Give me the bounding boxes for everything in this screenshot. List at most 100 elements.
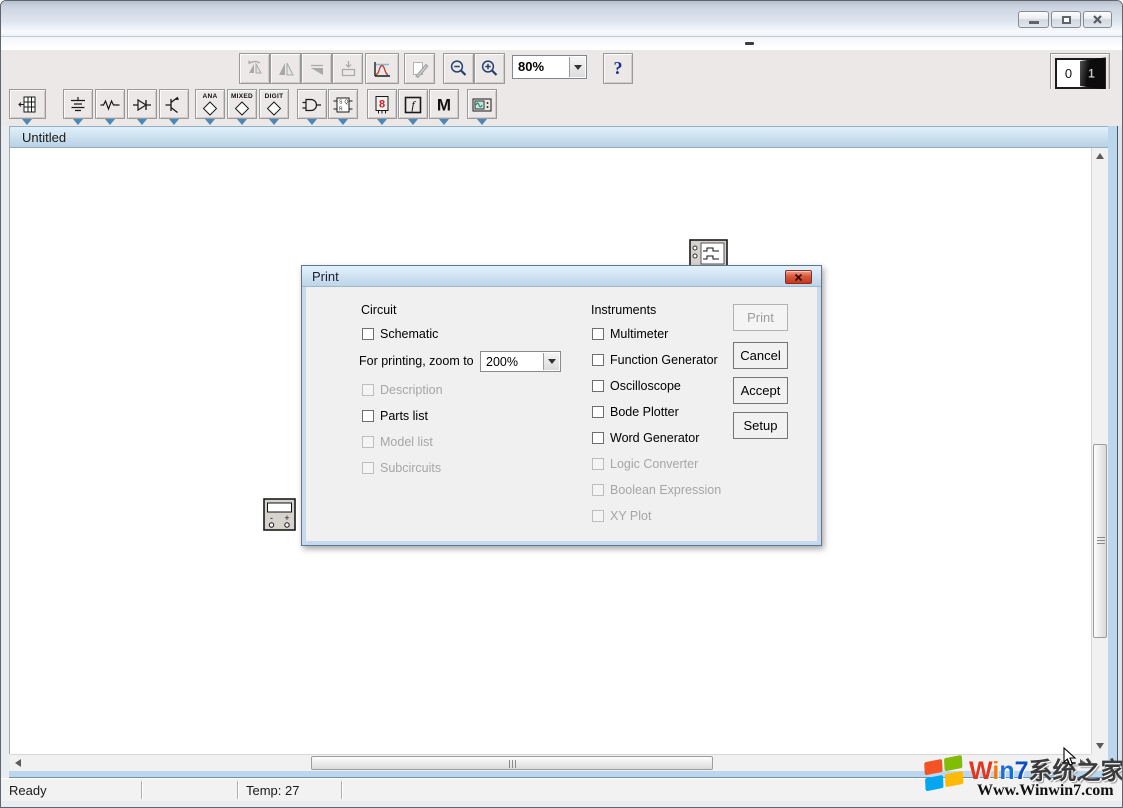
window-titlebar[interactable] xyxy=(1,1,1122,37)
vertical-scrollbar-thumb[interactable] xyxy=(1093,444,1107,638)
digital-ics-bin-button[interactable]: DIGIT xyxy=(259,89,289,119)
document-titlebar[interactable]: Untitled xyxy=(9,126,1109,148)
miscellaneous-bin-button[interactable]: M xyxy=(429,89,459,119)
dropdown-triangle-icon xyxy=(338,119,348,125)
help-button[interactable]: ? xyxy=(603,53,633,84)
flip-vertical-button[interactable] xyxy=(301,53,332,84)
svg-text:M: M xyxy=(437,95,451,114)
horizontal-scrollbar-thumb[interactable] xyxy=(311,756,713,770)
sources-bin-button[interactable] xyxy=(63,89,93,119)
checkbox-box[interactable] xyxy=(362,328,374,340)
mixed-ic-icon xyxy=(233,100,251,117)
graphs-icon xyxy=(371,59,393,79)
properties-icon xyxy=(410,59,430,79)
scroll-up-icon[interactable] xyxy=(1096,153,1104,159)
print-zoom-combobox[interactable]: 200% xyxy=(480,351,561,372)
logic-gate-icon xyxy=(301,94,323,116)
dropdown-triangle-icon xyxy=(269,119,279,125)
svg-text:+: + xyxy=(284,513,289,523)
restore-button[interactable] xyxy=(1051,11,1081,28)
print-dialog-title: Print xyxy=(312,269,339,284)
minimize-icon xyxy=(1029,21,1039,24)
watermark-url: Www.Winwin7.com xyxy=(977,782,1114,800)
custom-bin-button[interactable] xyxy=(9,89,46,119)
display-graphs-button[interactable] xyxy=(365,53,399,84)
checkbox-box[interactable] xyxy=(592,406,604,418)
checkbox-schematic[interactable]: Schematic xyxy=(362,326,438,342)
rotate-button[interactable] xyxy=(239,53,270,84)
checkbox-function-generator[interactable]: Function Generator xyxy=(592,352,718,368)
instruments-icon xyxy=(471,94,493,116)
checkbox-label: Schematic xyxy=(380,327,438,341)
checkbox-label: Description xyxy=(380,383,443,397)
zoom-in-button[interactable] xyxy=(474,53,505,84)
subcircuit-icon xyxy=(338,59,358,79)
chevron-down-icon xyxy=(574,65,582,74)
checkbox-box[interactable] xyxy=(592,432,604,444)
checkbox-box xyxy=(592,510,604,522)
checkbox-bode-plotter[interactable]: Bode Plotter xyxy=(592,404,679,420)
scroll-left-icon[interactable] xyxy=(15,759,21,767)
watermark-brand: Win7系统之家 xyxy=(969,751,1123,786)
create-subcircuit-button[interactable] xyxy=(332,53,363,84)
win7-watermark: Win7系统之家 Www.Winwin7.com xyxy=(921,749,1123,808)
checkbox-parts-list[interactable]: Parts list xyxy=(362,408,428,424)
print-dialog: Print Circuit Schematic For printing, zo… xyxy=(301,265,822,546)
print-button: Print xyxy=(733,304,788,331)
dropdown-triangle-icon xyxy=(307,119,317,125)
document-title: Untitled xyxy=(22,130,66,145)
cancel-button[interactable]: Cancel xyxy=(733,342,788,369)
mouse-cursor-icon xyxy=(1063,747,1077,772)
zoom-out-button[interactable] xyxy=(443,53,474,84)
checkbox-model-list: Model list xyxy=(362,434,433,450)
ana-caption: ANA xyxy=(203,93,218,100)
checkbox-word-generator[interactable]: Word Generator xyxy=(592,430,699,446)
mixed-ics-bin-button[interactable]: MIXED xyxy=(227,89,257,119)
diodes-bin-button[interactable] xyxy=(127,89,157,119)
digital-ic-icon xyxy=(265,100,283,117)
flip-horizontal-button[interactable] xyxy=(270,53,301,84)
checkbox-multimeter[interactable]: Multimeter xyxy=(592,326,668,342)
checkbox-label: Bode Plotter xyxy=(610,405,679,419)
analog-ics-bin-button[interactable]: ANA xyxy=(195,89,225,119)
svg-text:-: - xyxy=(270,513,273,523)
dropdown-triangle-icon xyxy=(205,119,215,125)
zoom-in-icon xyxy=(479,58,500,79)
print-dialog-close-button[interactable] xyxy=(785,270,812,284)
controls-bin-button[interactable]: f xyxy=(398,89,428,119)
checkbox-subcircuits: Subcircuits xyxy=(362,460,441,476)
accept-button[interactable]: Accept xyxy=(733,377,788,404)
window-right-frame xyxy=(1108,126,1123,776)
checkbox-label: XY Plot xyxy=(610,509,651,523)
checkbox-oscilloscope[interactable]: Oscilloscope xyxy=(592,378,681,394)
basic-bin-button[interactable] xyxy=(95,89,125,119)
zoom-dropdown-button[interactable] xyxy=(569,57,585,77)
dropdown-triangle-icon xyxy=(477,119,487,125)
circuit-heading: Circuit xyxy=(361,303,396,317)
checkbox-box[interactable] xyxy=(362,410,374,422)
resistor-icon xyxy=(99,94,121,116)
zoom-level-combobox[interactable]: 80% xyxy=(512,55,587,79)
logic-gates-bin-button[interactable] xyxy=(297,89,327,119)
misc-icon: M xyxy=(433,94,455,116)
checkbox-box[interactable] xyxy=(592,354,604,366)
transistors-bin-button[interactable] xyxy=(159,89,189,119)
checkbox-box[interactable] xyxy=(592,328,604,340)
print-zoom-dropdown-button[interactable] xyxy=(543,353,559,370)
component-properties-button[interactable] xyxy=(404,53,435,84)
close-button[interactable] xyxy=(1083,11,1112,28)
close-icon xyxy=(1092,14,1103,25)
power-switch[interactable]: 0 1 xyxy=(1055,58,1105,89)
vertical-scrollbar[interactable] xyxy=(1091,148,1108,754)
print-dialog-titlebar[interactable]: Print xyxy=(302,266,821,287)
dropdown-triangle-icon xyxy=(237,119,247,125)
minimize-button[interactable] xyxy=(1018,11,1049,28)
digital-bin-button[interactable]: S Q R xyxy=(328,89,358,119)
menu-strip xyxy=(1,37,1122,49)
indicators-bin-button[interactable]: 8 xyxy=(367,89,397,119)
status-divider xyxy=(341,781,342,799)
instruments-bin-button[interactable] xyxy=(467,89,497,119)
multimeter-component[interactable]: - + xyxy=(263,498,296,536)
checkbox-box[interactable] xyxy=(592,380,604,392)
setup-button[interactable]: Setup xyxy=(733,412,788,439)
